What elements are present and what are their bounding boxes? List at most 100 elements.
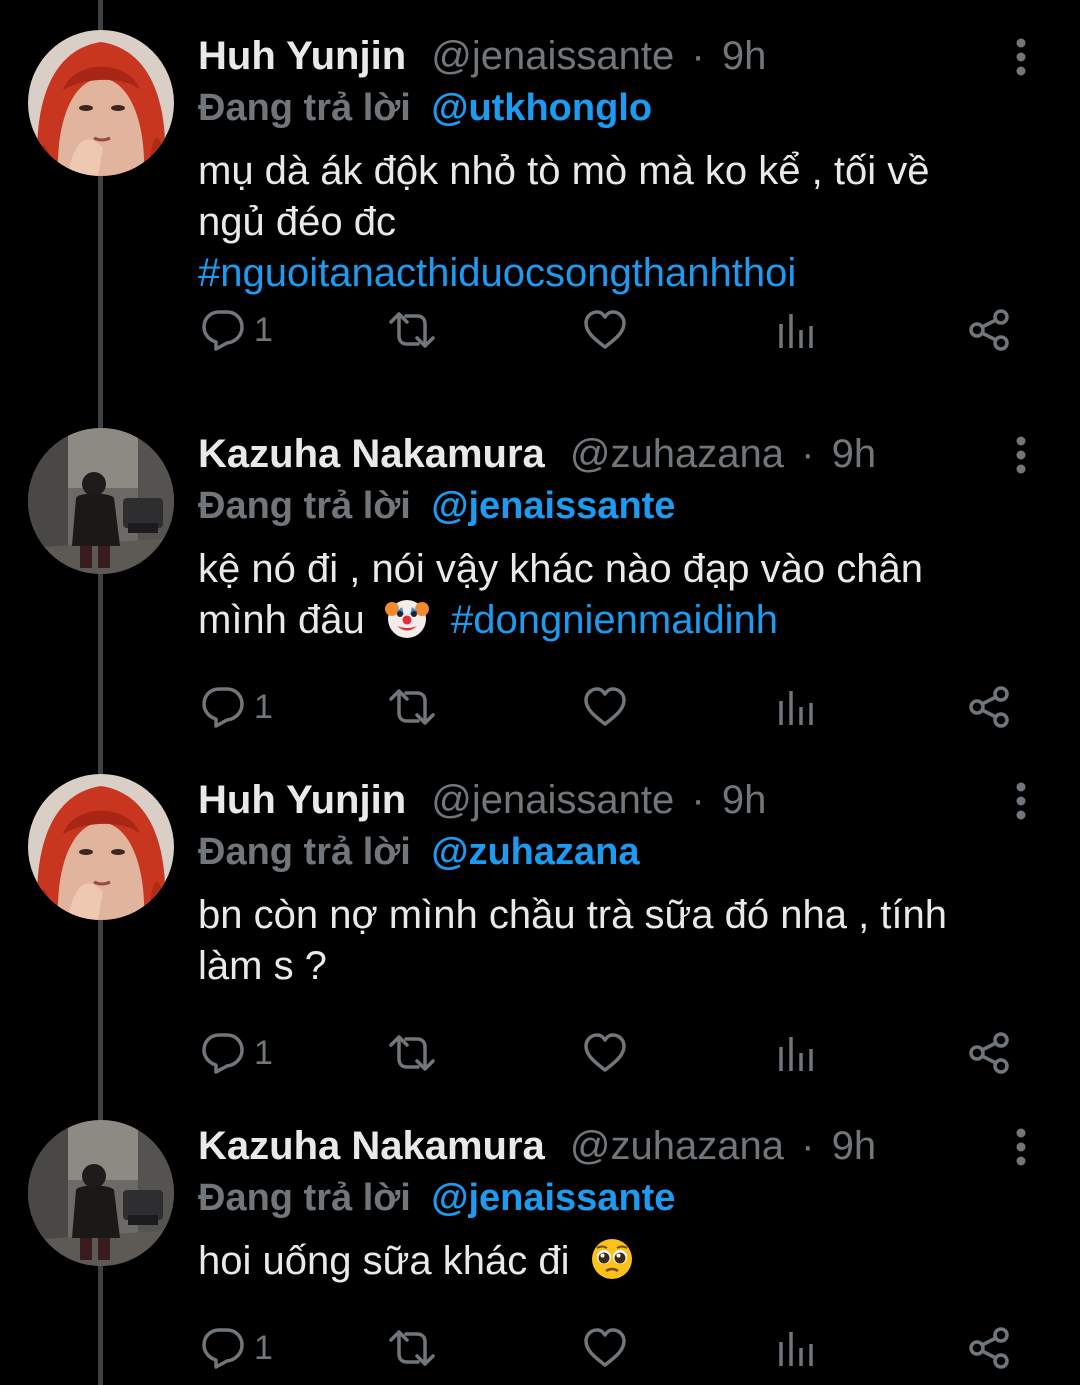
separator-dot: · (691, 778, 705, 822)
pleading-face-emoji (589, 1236, 635, 1282)
share-icon (968, 308, 1012, 352)
more-vertical-icon[interactable] (1008, 782, 1034, 822)
tweet-actions: 1 (0, 1028, 1080, 1078)
reply-mention-link[interactable]: @jenaissante (431, 1177, 675, 1219)
analytics-icon (776, 685, 816, 729)
tweet-text: bn còn nợ mình chầu trà sữa đó nha , tín… (198, 890, 1038, 992)
reply-button[interactable]: 1 (200, 305, 273, 355)
retweet-icon (386, 1326, 438, 1370)
reply-icon (200, 685, 246, 729)
clown-face-emoji (384, 595, 430, 641)
separator-dot: · (691, 34, 705, 78)
replying-to-label: Đang trả lời (198, 87, 411, 129)
display-name[interactable]: Kazuha Nakamura (198, 432, 545, 476)
replying-to: Đang trả lời @jenaissante (198, 480, 675, 532)
display-name[interactable]: Kazuha Nakamura (198, 1124, 545, 1168)
share-icon (968, 1031, 1012, 1075)
tweet-text: mụ dà ák độk nhỏ tò mò mà ko kể , tối về… (198, 146, 1038, 299)
retweet-icon (386, 685, 438, 729)
like-button[interactable] (582, 1028, 628, 1078)
tweet-header: Kazuha Nakamura @zuhazana · 9h (198, 1120, 876, 1172)
user-handle[interactable]: @zuhazana (570, 1124, 784, 1168)
hashtag-link[interactable]: #nguoitanacthiduocsongthanhthoi (198, 251, 796, 295)
reply-count: 1 (254, 1033, 273, 1072)
tweet[interactable]: Kazuha Nakamura @zuhazana · 9h Đang trả … (0, 398, 1080, 744)
reply-button[interactable]: 1 (200, 1028, 273, 1078)
reply-icon (200, 308, 246, 352)
tweet[interactable]: Huh Yunjin @jenaissante · 9h Đang trả lờ… (0, 0, 1080, 351)
reply-count: 1 (254, 310, 273, 349)
replying-to-label: Đang trả lời (198, 1177, 411, 1219)
user-handle[interactable]: @jenaissante (431, 34, 674, 78)
separator-dot: · (801, 1124, 815, 1168)
user-handle[interactable]: @zuhazana (570, 432, 784, 476)
display-name[interactable]: Huh Yunjin (198, 778, 406, 822)
tweet-text-line: bn còn nợ mình chầu trà sữa đó nha , tín… (198, 893, 948, 937)
more-vertical-icon[interactable] (1008, 436, 1034, 476)
reply-icon (200, 1031, 246, 1075)
timestamp[interactable]: 9h (722, 34, 767, 78)
hashtag-link[interactable]: #dongnienmaidinh (451, 598, 778, 642)
views-button[interactable] (776, 1028, 816, 1078)
retweet-icon (386, 308, 438, 352)
avatar[interactable] (28, 30, 174, 176)
heart-icon (582, 1326, 628, 1370)
views-button[interactable] (776, 305, 816, 355)
reply-count: 1 (254, 687, 273, 726)
replying-to: Đang trả lời @zuhazana (198, 826, 639, 878)
tweet-text-line: hoi uống sữa khác đi (198, 1239, 570, 1283)
reply-count: 1 (254, 1328, 273, 1367)
reply-button[interactable]: 1 (200, 1323, 273, 1373)
replying-to: Đang trả lời @utkhonglo (198, 82, 652, 134)
share-button[interactable] (968, 305, 1012, 355)
tweet-text-line: làm s ? (198, 944, 327, 988)
replying-to-label: Đang trả lời (198, 831, 411, 873)
tweet-header: Huh Yunjin @jenaissante · 9h (198, 774, 766, 826)
analytics-icon (776, 1326, 816, 1370)
display-name[interactable]: Huh Yunjin (198, 34, 406, 78)
heart-icon (582, 685, 628, 729)
reply-mention-link[interactable]: @zuhazana (431, 831, 639, 873)
tweet-text-line: ngủ đéo đc (198, 200, 396, 244)
avatar[interactable] (28, 428, 174, 574)
like-button[interactable] (582, 305, 628, 355)
share-icon (968, 685, 1012, 729)
reply-button[interactable]: 1 (200, 682, 273, 732)
tweet-text-line: mụ dà ák độk nhỏ tò mò mà ko kể , tối về (198, 149, 930, 193)
reply-icon (200, 1326, 246, 1370)
heart-icon (582, 308, 628, 352)
retweet-button[interactable] (386, 1323, 438, 1373)
timestamp[interactable]: 9h (722, 778, 767, 822)
share-icon (968, 1326, 1012, 1370)
retweet-button[interactable] (386, 305, 438, 355)
avatar[interactable] (28, 1120, 174, 1266)
more-vertical-icon[interactable] (1008, 1128, 1034, 1168)
tweet-text-line: kệ nó đi , nói vậy khác nào đạp vào chân (198, 547, 923, 591)
analytics-icon (776, 1031, 816, 1075)
share-button[interactable] (968, 1028, 1012, 1078)
timestamp[interactable]: 9h (832, 432, 877, 476)
tweet-actions: 1 (0, 682, 1080, 732)
analytics-icon (776, 308, 816, 352)
replying-to-label: Đang trả lời (198, 485, 411, 527)
timestamp[interactable]: 9h (832, 1124, 877, 1168)
views-button[interactable] (776, 1323, 816, 1373)
retweet-button[interactable] (386, 682, 438, 732)
like-button[interactable] (582, 1323, 628, 1373)
tweet-text-line: mình đâu (198, 598, 365, 642)
separator-dot: · (801, 432, 815, 476)
tweet[interactable]: Kazuha Nakamura @zuhazana · 9h Đang trả … (0, 1090, 1080, 1385)
tweet[interactable]: Huh Yunjin @jenaissante · 9h Đang trả lờ… (0, 744, 1080, 1090)
share-button[interactable] (968, 682, 1012, 732)
reply-mention-link[interactable]: @jenaissante (431, 485, 675, 527)
like-button[interactable] (582, 682, 628, 732)
tweet-actions: 1 (0, 305, 1080, 355)
replying-to: Đang trả lời @jenaissante (198, 1172, 675, 1224)
user-handle[interactable]: @jenaissante (431, 778, 674, 822)
reply-mention-link[interactable]: @utkhonglo (431, 87, 652, 129)
more-vertical-icon[interactable] (1008, 38, 1034, 78)
share-button[interactable] (968, 1323, 1012, 1373)
retweet-button[interactable] (386, 1028, 438, 1078)
avatar[interactable] (28, 774, 174, 920)
views-button[interactable] (776, 682, 816, 732)
